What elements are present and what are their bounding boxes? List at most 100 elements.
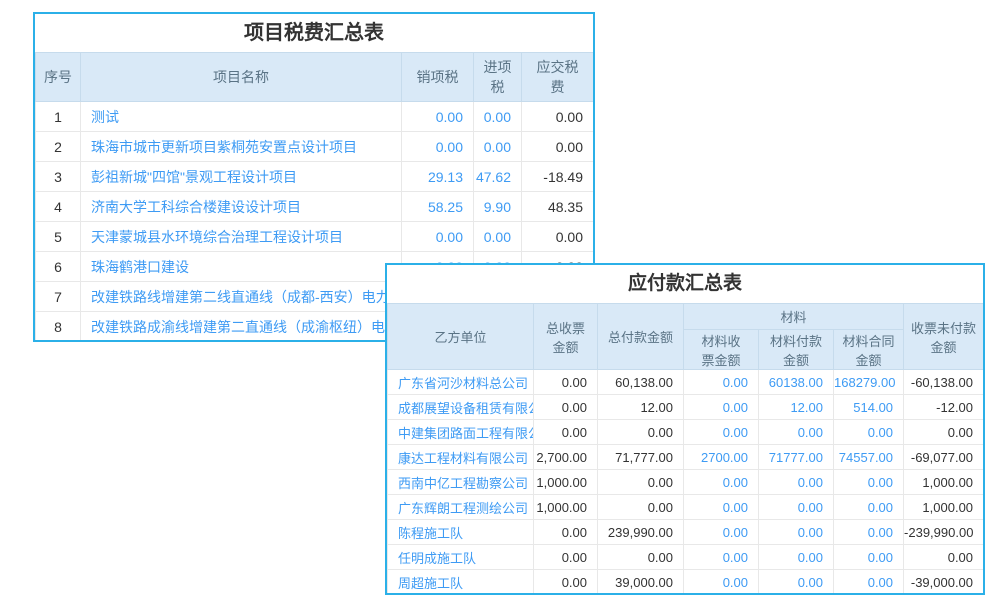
tax-summary-title: 项目税费汇总表	[35, 14, 593, 52]
table-row: 4济南大学工科综合楼建设设计项目58.259.9048.35	[36, 192, 594, 222]
material-payment-cell: 0.00	[759, 545, 834, 570]
material-contract-cell: 514.00	[834, 395, 904, 420]
payable-summary-title: 应付款汇总表	[387, 265, 983, 303]
material-contract-cell: 0.00	[834, 495, 904, 520]
total-payment-cell: 0.00	[598, 420, 684, 445]
material-payment-cell: 12.00	[759, 395, 834, 420]
material-payment-cell: 0.00	[759, 470, 834, 495]
table-row: 2珠海市城市更新项目紫桐苑安置点设计项目0.000.000.00	[36, 132, 594, 162]
project-name-link[interactable]: 改建铁路成渝线增建第二直通线（成渝枢纽）电力	[81, 312, 402, 342]
col-header-invoice-unpaid: 收票未付款 金额	[904, 304, 984, 370]
material-payment-cell: 0.00	[759, 520, 834, 545]
project-name-link[interactable]: 改建铁路线增建第二线直通线（成都-西安）电力线	[81, 282, 402, 312]
total-invoice-cell: 0.00	[534, 545, 598, 570]
party-name-link[interactable]: 成都展望设备租赁有限公司	[388, 395, 534, 420]
table-row: 成都展望设备租赁有限公司0.0012.000.0012.00514.00-12.…	[388, 395, 984, 420]
material-payment-cell: 0.00	[759, 495, 834, 520]
payable-summary-header: 乙方单位 总收票 金额 总付款金额 材料 收票未付款 金额 材料收 票金额 材料…	[388, 304, 984, 370]
output-tax-cell: 0.00	[402, 132, 474, 162]
total-invoice-cell: 2,700.00	[534, 445, 598, 470]
invoice-unpaid-cell: -12.00	[904, 395, 984, 420]
col-header-total-payment: 总付款金额	[598, 304, 684, 370]
input-tax-cell: 0.00	[474, 222, 522, 252]
material-contract-cell: 0.00	[834, 520, 904, 545]
table-row: 周超施工队0.0039,000.000.000.000.00-39,000.00	[388, 570, 984, 595]
material-invoice-cell: 0.00	[684, 470, 759, 495]
total-invoice-cell: 0.00	[534, 570, 598, 595]
invoice-unpaid-cell: -69,077.00	[904, 445, 984, 470]
material-contract-cell: 0.00	[834, 570, 904, 595]
project-name-link[interactable]: 珠海市城市更新项目紫桐苑安置点设计项目	[81, 132, 402, 162]
input-tax-cell: 9.90	[474, 192, 522, 222]
table-row: 5天津蒙城县水环境综合治理工程设计项目0.000.000.00	[36, 222, 594, 252]
total-payment-cell: 12.00	[598, 395, 684, 420]
material-invoice-cell: 0.00	[684, 370, 759, 395]
table-row: 康达工程材料有限公司2,700.0071,777.002700.0071777.…	[388, 445, 984, 470]
material-invoice-cell: 0.00	[684, 495, 759, 520]
serial-cell: 5	[36, 222, 81, 252]
invoice-unpaid-cell: 1,000.00	[904, 495, 984, 520]
col-header-party: 乙方单位	[388, 304, 534, 370]
total-payment-cell: 0.00	[598, 470, 684, 495]
material-invoice-cell: 2700.00	[684, 445, 759, 470]
serial-cell: 6	[36, 252, 81, 282]
party-name-link[interactable]: 康达工程材料有限公司	[388, 445, 534, 470]
total-invoice-cell: 0.00	[534, 420, 598, 445]
material-contract-cell: 0.00	[834, 420, 904, 445]
party-name-link[interactable]: 陈程施工队	[388, 520, 534, 545]
party-name-link[interactable]: 广东省河沙材料总公司	[388, 370, 534, 395]
project-name-link[interactable]: 济南大学工科综合楼建设设计项目	[81, 192, 402, 222]
output-tax-cell: 0.00	[402, 222, 474, 252]
payable-summary-panel: 应付款汇总表 乙方单位 总收票 金额 总付款金额 材料 收票未付款 金额 材料收…	[385, 263, 985, 595]
table-row: 3彭祖新城"四馆"景观工程设计项目29.1347.62-18.49	[36, 162, 594, 192]
output-tax-cell: 0.00	[402, 102, 474, 132]
material-invoice-cell: 0.00	[684, 520, 759, 545]
material-payment-cell: 0.00	[759, 420, 834, 445]
project-name-link[interactable]: 测试	[81, 102, 402, 132]
project-name-link[interactable]: 彭祖新城"四馆"景观工程设计项目	[81, 162, 402, 192]
total-invoice-cell: 1,000.00	[534, 470, 598, 495]
col-header-input-tax: 进项 税	[474, 53, 522, 102]
material-invoice-cell: 0.00	[684, 545, 759, 570]
tax-payable-cell: 0.00	[522, 132, 594, 162]
serial-cell: 8	[36, 312, 81, 342]
total-payment-cell: 0.00	[598, 495, 684, 520]
serial-cell: 7	[36, 282, 81, 312]
invoice-unpaid-cell: 0.00	[904, 545, 984, 570]
table-row: 任明成施工队0.000.000.000.000.000.00	[388, 545, 984, 570]
col-header-tax-payable: 应交税 费	[522, 53, 594, 102]
invoice-unpaid-cell: -60,138.00	[904, 370, 984, 395]
output-tax-cell: 58.25	[402, 192, 474, 222]
total-payment-cell: 0.00	[598, 545, 684, 570]
total-payment-cell: 71,777.00	[598, 445, 684, 470]
col-header-output-tax: 销项税	[402, 53, 474, 102]
material-invoice-cell: 0.00	[684, 570, 759, 595]
total-invoice-cell: 0.00	[534, 520, 598, 545]
project-name-link[interactable]: 珠海鹤港口建设	[81, 252, 402, 282]
invoice-unpaid-cell: 0.00	[904, 420, 984, 445]
tax-payable-cell: 48.35	[522, 192, 594, 222]
party-name-link[interactable]: 中建集团路面工程有限公司	[388, 420, 534, 445]
table-row: 陈程施工队0.00239,990.000.000.000.00-239,990.…	[388, 520, 984, 545]
project-name-link[interactable]: 天津蒙城县水环境综合治理工程设计项目	[81, 222, 402, 252]
tax-summary-header: 序号 项目名称 销项税 进项 税 应交税 费	[36, 53, 594, 102]
material-invoice-cell: 0.00	[684, 420, 759, 445]
material-contract-cell: 168279.00	[834, 370, 904, 395]
total-invoice-cell: 1,000.00	[534, 495, 598, 520]
table-row: 1测试0.000.000.00	[36, 102, 594, 132]
input-tax-cell: 0.00	[474, 132, 522, 162]
col-header-project-name: 项目名称	[81, 53, 402, 102]
party-name-link[interactable]: 周超施工队	[388, 570, 534, 595]
col-header-material-contract: 材料合同 金额	[834, 330, 904, 370]
col-header-material-invoice: 材料收 票金额	[684, 330, 759, 370]
total-invoice-cell: 0.00	[534, 370, 598, 395]
invoice-unpaid-cell: -39,000.00	[904, 570, 984, 595]
material-contract-cell: 0.00	[834, 545, 904, 570]
party-name-link[interactable]: 西南中亿工程勘察公司	[388, 470, 534, 495]
material-payment-cell: 60138.00	[759, 370, 834, 395]
party-name-link[interactable]: 广东辉朗工程测绘公司	[388, 495, 534, 520]
input-tax-cell: 47.62	[474, 162, 522, 192]
col-header-material-group: 材料	[684, 304, 904, 330]
party-name-link[interactable]: 任明成施工队	[388, 545, 534, 570]
invoice-unpaid-cell: -239,990.00	[904, 520, 984, 545]
